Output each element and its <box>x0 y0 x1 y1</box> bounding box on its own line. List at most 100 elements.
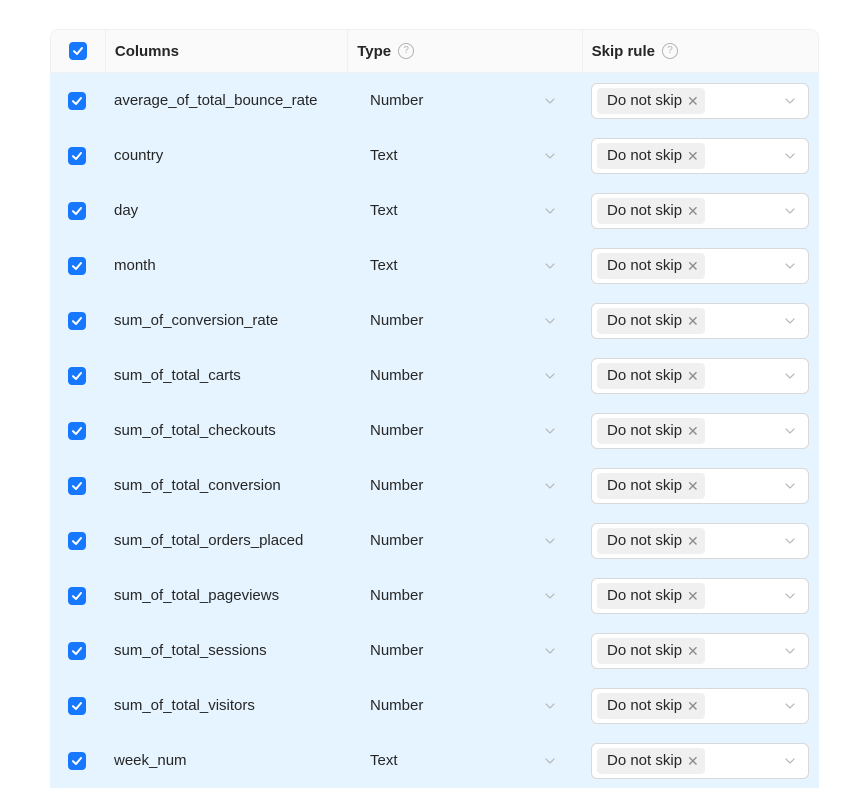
skip-rule-select[interactable]: Do not skip ✕ <box>591 687 809 724</box>
chevron-down-icon <box>785 427 795 434</box>
skip-rule-tag: Do not skip ✕ <box>597 692 705 719</box>
check-icon <box>72 591 82 600</box>
close-icon[interactable]: ✕ <box>687 424 699 438</box>
type-value: Number <box>370 642 424 659</box>
skip-rule-select[interactable]: Do not skip ✕ <box>591 412 809 449</box>
row-checkbox[interactable] <box>68 531 86 550</box>
skip-rule-tag: Do not skip ✕ <box>597 472 705 499</box>
close-icon[interactable]: ✕ <box>687 204 699 218</box>
close-icon[interactable]: ✕ <box>687 259 699 273</box>
column-name: month <box>104 238 347 293</box>
header-type-label: Type <box>357 42 392 60</box>
row-checkbox[interactable] <box>68 366 86 385</box>
skip-rule-tag: Do not skip ✕ <box>597 197 705 224</box>
chevron-down-icon <box>785 757 795 764</box>
row-checkbox[interactable] <box>68 586 86 605</box>
skip-rule-tag: Do not skip ✕ <box>597 362 705 389</box>
close-icon[interactable]: ✕ <box>687 534 699 548</box>
type-select[interactable]: Number <box>370 92 556 109</box>
type-cell: Number <box>347 73 582 128</box>
type-cell: Number <box>347 623 582 678</box>
close-icon[interactable]: ✕ <box>687 369 699 383</box>
type-cell: Text <box>347 183 582 238</box>
close-icon[interactable]: ✕ <box>687 94 699 108</box>
check-icon <box>72 536 82 545</box>
chevron-down-icon <box>545 647 555 654</box>
check-icon <box>72 96 82 105</box>
type-value: Number <box>370 477 424 494</box>
type-select[interactable]: Number <box>370 312 556 329</box>
column-name-text: week_num <box>114 752 187 769</box>
skip-rule-select[interactable]: Do not skip ✕ <box>591 247 809 284</box>
close-icon[interactable]: ✕ <box>687 644 699 658</box>
skip-rule-select[interactable]: Do not skip ✕ <box>591 467 809 504</box>
skip-rule-tag-label: Do not skip <box>607 532 683 549</box>
check-icon <box>72 371 82 380</box>
type-select[interactable]: Number <box>370 477 556 494</box>
type-select[interactable]: Number <box>370 587 556 604</box>
row-checkbox-cell <box>50 568 104 623</box>
close-icon[interactable]: ✕ <box>687 589 699 603</box>
row-checkbox-cell <box>50 73 104 128</box>
skip-rule-tag-label: Do not skip <box>607 257 683 274</box>
check-icon <box>72 261 82 270</box>
type-select[interactable]: Number <box>370 367 556 384</box>
skip-rule-select[interactable]: Do not skip ✕ <box>591 742 809 779</box>
chevron-down-icon <box>545 97 555 104</box>
type-select[interactable]: Text <box>370 752 556 769</box>
skip-rule-tag: Do not skip ✕ <box>597 582 705 609</box>
skip-rule-select[interactable]: Do not skip ✕ <box>591 632 809 669</box>
row-checkbox-cell <box>50 513 104 568</box>
skip-rule-select[interactable]: Do not skip ✕ <box>591 522 809 559</box>
skip-rule-tag-label: Do not skip <box>607 477 683 494</box>
type-help-icon[interactable]: ? <box>398 43 415 59</box>
column-name-text: sum_of_total_conversion <box>114 477 281 494</box>
skip-rule-select[interactable]: Do not skip ✕ <box>591 577 809 614</box>
skip-rule-tag: Do not skip ✕ <box>597 527 705 554</box>
close-icon[interactable]: ✕ <box>687 754 699 768</box>
row-checkbox[interactable] <box>68 696 86 715</box>
row-checkbox[interactable] <box>68 91 86 110</box>
type-select[interactable]: Number <box>370 642 556 659</box>
column-name: sum_of_total_orders_placed <box>104 513 347 568</box>
type-select[interactable]: Number <box>370 697 556 714</box>
type-select[interactable]: Text <box>370 147 556 164</box>
close-icon[interactable]: ✕ <box>687 149 699 163</box>
column-name-text: sum_of_total_pageviews <box>114 587 280 604</box>
row-checkbox[interactable] <box>68 146 86 165</box>
check-icon <box>72 151 82 160</box>
row-checkbox[interactable] <box>68 421 86 440</box>
type-select[interactable]: Text <box>370 257 556 274</box>
row-checkbox[interactable] <box>68 201 86 220</box>
type-select[interactable]: Text <box>370 202 556 219</box>
row-checkbox-cell <box>50 458 104 513</box>
check-icon <box>72 426 82 435</box>
row-checkbox-cell <box>50 348 104 403</box>
row-checkbox[interactable] <box>68 256 86 275</box>
type-select[interactable]: Number <box>370 532 556 549</box>
column-name: sum_of_total_carts <box>104 348 347 403</box>
skip-rule-select[interactable]: Do not skip ✕ <box>591 302 809 339</box>
row-checkbox[interactable] <box>68 311 86 330</box>
type-select[interactable]: Number <box>370 422 556 439</box>
skip-rule-cell: Do not skip ✕ <box>582 238 819 293</box>
skip-rule-select[interactable]: Do not skip ✕ <box>591 137 809 174</box>
row-checkbox[interactable] <box>68 641 86 660</box>
row-checkbox[interactable] <box>68 751 86 770</box>
skip-rule-help-icon[interactable]: ? <box>661 43 678 59</box>
skip-rule-select[interactable]: Do not skip ✕ <box>591 82 809 119</box>
table-row: average_of_total_bounce_rate Number Do n… <box>50 73 819 128</box>
select-all-checkbox[interactable] <box>68 42 87 60</box>
skip-rule-tag-label: Do not skip <box>607 147 683 164</box>
check-icon <box>72 316 82 325</box>
row-checkbox[interactable] <box>68 476 86 495</box>
chevron-down-icon <box>545 482 555 489</box>
chevron-down-icon <box>785 97 795 104</box>
skip-rule-select[interactable]: Do not skip ✕ <box>591 192 809 229</box>
close-icon[interactable]: ✕ <box>687 699 699 713</box>
skip-rule-select[interactable]: Do not skip ✕ <box>591 357 809 394</box>
type-cell: Text <box>347 238 582 293</box>
close-icon[interactable]: ✕ <box>687 314 699 328</box>
close-icon[interactable]: ✕ <box>687 479 699 493</box>
skip-rule-cell: Do not skip ✕ <box>582 568 819 623</box>
